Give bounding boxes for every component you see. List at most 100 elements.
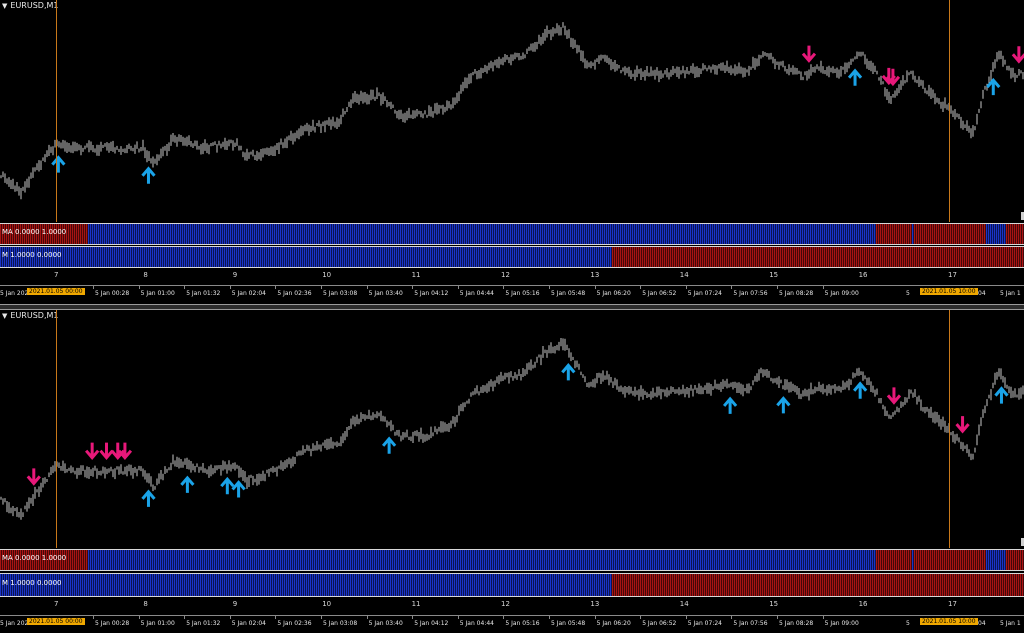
- indicator-histogram-bar: [568, 574, 570, 596]
- indicator-histogram-bar: [254, 574, 256, 596]
- indicator-histogram-bar: [602, 247, 604, 267]
- indicator-histogram-bar: [716, 574, 718, 596]
- indicator-histogram-bar: [654, 550, 656, 570]
- indicator-histogram-bar: [822, 224, 824, 244]
- indicator-histogram-bar: [960, 550, 962, 570]
- m-indicator-label: M 1.0000 0.0000: [2, 579, 62, 587]
- indicator-histogram-bar: [734, 224, 736, 244]
- indicator-histogram-bar: [586, 550, 588, 570]
- indicator-histogram-bar: [678, 550, 680, 570]
- indicator-histogram-bar: [186, 574, 188, 596]
- chart-window-top[interactable]: ▼ EURUSD,M1 MA 0.0000 1.0000 M 1.0000 0.0…: [0, 0, 1024, 310]
- indicator-histogram-bar: [546, 247, 548, 267]
- indicator-histogram-bar: [930, 550, 932, 570]
- indicator-histogram-bar: [122, 550, 124, 570]
- indicator-histogram-bar: [826, 550, 828, 570]
- indicator-histogram-bar: [590, 574, 592, 596]
- indicator-histogram-bar: [762, 224, 764, 244]
- indicator-histogram-bar: [650, 550, 652, 570]
- indicator-histogram-bar: [572, 550, 574, 570]
- indicator-histogram-bar: [612, 550, 614, 570]
- indicator-histogram-bar: [964, 574, 966, 596]
- buy-signal-arrow-icon: [847, 68, 863, 86]
- chart-window-bottom[interactable]: ▼ EURUSD,M1 MA 0.0000 1.0000 M 1.0000 0.0…: [0, 310, 1024, 633]
- indicator-histogram-bar: [578, 550, 580, 570]
- indicator-histogram-bar: [496, 574, 498, 596]
- indicator-histogram-bar: [488, 247, 490, 267]
- indicator-histogram-bar: [334, 224, 336, 244]
- indicator-histogram-bar: [70, 550, 72, 570]
- indicator-histogram-bar: [448, 224, 450, 244]
- indicator-histogram-bar: [928, 247, 930, 267]
- indicator-histogram-bar: [386, 574, 388, 596]
- indicator-histogram-bar: [244, 574, 246, 596]
- time-axis-tick: [229, 286, 231, 289]
- indicator-histogram-bar: [290, 247, 292, 267]
- indicator-histogram-bar: [446, 247, 448, 267]
- indicator-histogram-bar: [916, 550, 918, 570]
- indicator-histogram-bar: [302, 247, 304, 267]
- indicator-histogram-bar: [414, 247, 416, 267]
- indicator-histogram-bar: [844, 550, 846, 570]
- indicator-histogram-bar: [106, 224, 108, 244]
- indicator-histogram-bar: [154, 550, 156, 570]
- indicator-histogram-bar: [378, 224, 380, 244]
- indicator-histogram-bar: [492, 574, 494, 596]
- indicator-histogram-bar: [236, 224, 238, 244]
- indicator-histogram-bar: [816, 574, 818, 596]
- indicator-histogram-bar: [990, 550, 992, 570]
- indicator-histogram-bar: [334, 550, 336, 570]
- indicator-histogram-bar: [586, 247, 588, 267]
- indicator-histogram-bar: [708, 247, 710, 267]
- indicator-histogram-bar: [1002, 224, 1004, 244]
- indicator-histogram-bar: [222, 247, 224, 267]
- indicator-histogram-bar: [124, 574, 126, 596]
- indicator-histogram-bar: [276, 550, 278, 570]
- indicator-histogram-bar: [904, 550, 906, 570]
- price-chart-top[interactable]: [0, 0, 1024, 222]
- indicator-histogram-bar: [254, 550, 256, 570]
- indicator-histogram-bar: [434, 550, 436, 570]
- indicator-histogram-bar: [220, 550, 222, 570]
- indicator-histogram-bar: [152, 550, 154, 570]
- indicator-histogram-bar: [716, 550, 718, 570]
- indicator-histogram-bar: [804, 247, 806, 267]
- indicator-histogram-bar: [934, 550, 936, 570]
- indicator-histogram-bar: [214, 574, 216, 596]
- indicator-histogram-bar: [622, 224, 624, 244]
- indicator-histogram-bar: [208, 224, 210, 244]
- indicator-histogram-bar: [886, 574, 888, 596]
- indicator-histogram-bar: [74, 224, 76, 244]
- indicator-histogram-bar: [684, 247, 686, 267]
- indicator-histogram-bar: [496, 550, 498, 570]
- indicator-histogram-bar: [226, 550, 228, 570]
- indicator-histogram-bar: [440, 247, 442, 267]
- indicator-histogram-bar: [124, 550, 126, 570]
- indicator-histogram-bar: [364, 574, 366, 596]
- indicator-histogram-bar: [350, 224, 352, 244]
- indicator-histogram-bar: [678, 247, 680, 267]
- indicator-histogram-bar: [654, 574, 656, 596]
- indicator-histogram-bar: [862, 224, 864, 244]
- indicator-histogram-bar: [696, 574, 698, 596]
- time-axis-tick: [457, 286, 459, 289]
- indicator-histogram-bar: [662, 247, 664, 267]
- indicator-histogram-bar: [320, 550, 322, 570]
- indicator-histogram-bar: [74, 550, 76, 570]
- indicator-histogram-bar: [922, 574, 924, 596]
- indicator-histogram-bar: [188, 247, 190, 267]
- indicator-histogram-bar: [220, 574, 222, 596]
- price-chart-bottom[interactable]: [0, 310, 1024, 548]
- indicator-histogram-bar: [664, 550, 666, 570]
- indicator-histogram-bar: [768, 574, 770, 596]
- indicator-histogram-bar: [452, 247, 454, 267]
- indicator-histogram-bar: [522, 247, 524, 267]
- indicator-histogram-bar: [780, 550, 782, 570]
- indicator-histogram-bar: [880, 550, 882, 570]
- indicator-histogram-bar: [712, 224, 714, 244]
- indicator-histogram-bar: [918, 224, 920, 244]
- indicator-histogram-bar: [534, 574, 536, 596]
- indicator-histogram-bar: [556, 247, 558, 267]
- indicator-histogram-bar: [478, 247, 480, 267]
- indicator-histogram-bar: [748, 247, 750, 267]
